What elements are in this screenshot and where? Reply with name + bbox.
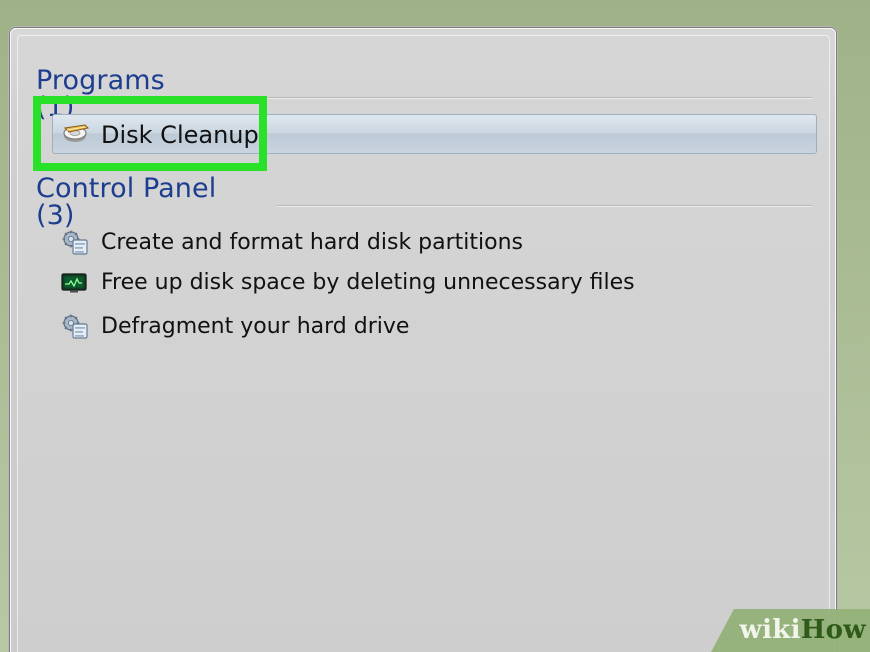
control-panel-item-defragment[interactable]: Defragment your hard drive <box>61 313 409 341</box>
create-format-partitions-label: Create and format hard disk partitions <box>101 230 524 255</box>
control-panel-item-create-partitions[interactable]: Create and format hard disk partitions <box>61 229 523 257</box>
control-panel-section-divider <box>277 204 812 206</box>
highlight-hit-area <box>41 104 259 163</box>
system-monitor-icon <box>61 271 91 295</box>
control-panel-section-title: Control Panel (3) <box>36 173 217 231</box>
screenshot-stage: Programs (1) Disk Cleanup Control Panel … <box>0 0 870 652</box>
wikihow-watermark: wiki How <box>739 610 866 650</box>
control-panel-tool-icon <box>61 313 91 341</box>
control-panel-tool-icon <box>61 229 91 257</box>
control-panel-item-free-up-space[interactable]: Free up disk space by deleting unnecessa… <box>61 271 635 295</box>
wikihow-wiki-text: wiki <box>739 615 801 645</box>
programs-section-divider <box>226 96 812 98</box>
free-up-disk-space-label: Free up disk space by deleting unnecessa… <box>101 270 635 295</box>
control-panel-section-header: Control Panel (3) <box>36 175 812 229</box>
defragment-hard-drive-label: Defragment your hard drive <box>101 314 410 339</box>
wikihow-how-text: How <box>800 615 866 645</box>
